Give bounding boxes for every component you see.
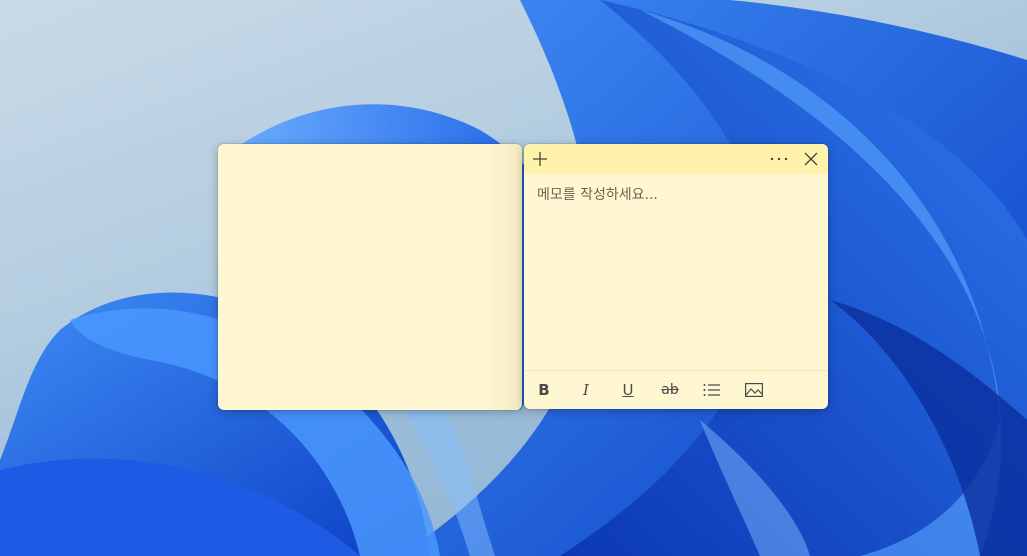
add-note-button[interactable] bbox=[525, 144, 555, 174]
plus-icon bbox=[533, 152, 547, 166]
desktop: 메모를 작성하세요... B I U ab bbox=[0, 0, 1027, 556]
underline-icon: U bbox=[622, 381, 634, 399]
close-icon bbox=[804, 152, 818, 166]
more-horizontal-icon bbox=[770, 157, 788, 161]
insert-image-button[interactable] bbox=[733, 371, 775, 409]
strikethrough-button[interactable]: ab bbox=[649, 371, 691, 409]
note-placeholder: 메모를 작성하세요... bbox=[537, 187, 658, 203]
note-header[interactable] bbox=[524, 144, 828, 174]
formatting-toolbar: B I U ab bbox=[524, 370, 828, 409]
image-icon bbox=[745, 383, 763, 397]
note-text-area[interactable]: 메모를 작성하세요... bbox=[537, 184, 815, 204]
bold-icon: B bbox=[538, 381, 550, 399]
menu-button[interactable] bbox=[764, 144, 794, 174]
bullet-list-icon bbox=[703, 384, 720, 396]
close-note-button[interactable] bbox=[796, 144, 826, 174]
strikethrough-icon: ab bbox=[661, 382, 679, 398]
sticky-note-left[interactable] bbox=[218, 144, 522, 410]
italic-icon: I bbox=[583, 381, 589, 399]
italic-button[interactable]: I bbox=[565, 371, 607, 409]
bullet-list-button[interactable] bbox=[691, 371, 733, 409]
underline-button[interactable]: U bbox=[607, 371, 649, 409]
bold-button[interactable]: B bbox=[524, 371, 565, 409]
sticky-note-right[interactable]: 메모를 작성하세요... B I U ab bbox=[524, 144, 828, 409]
